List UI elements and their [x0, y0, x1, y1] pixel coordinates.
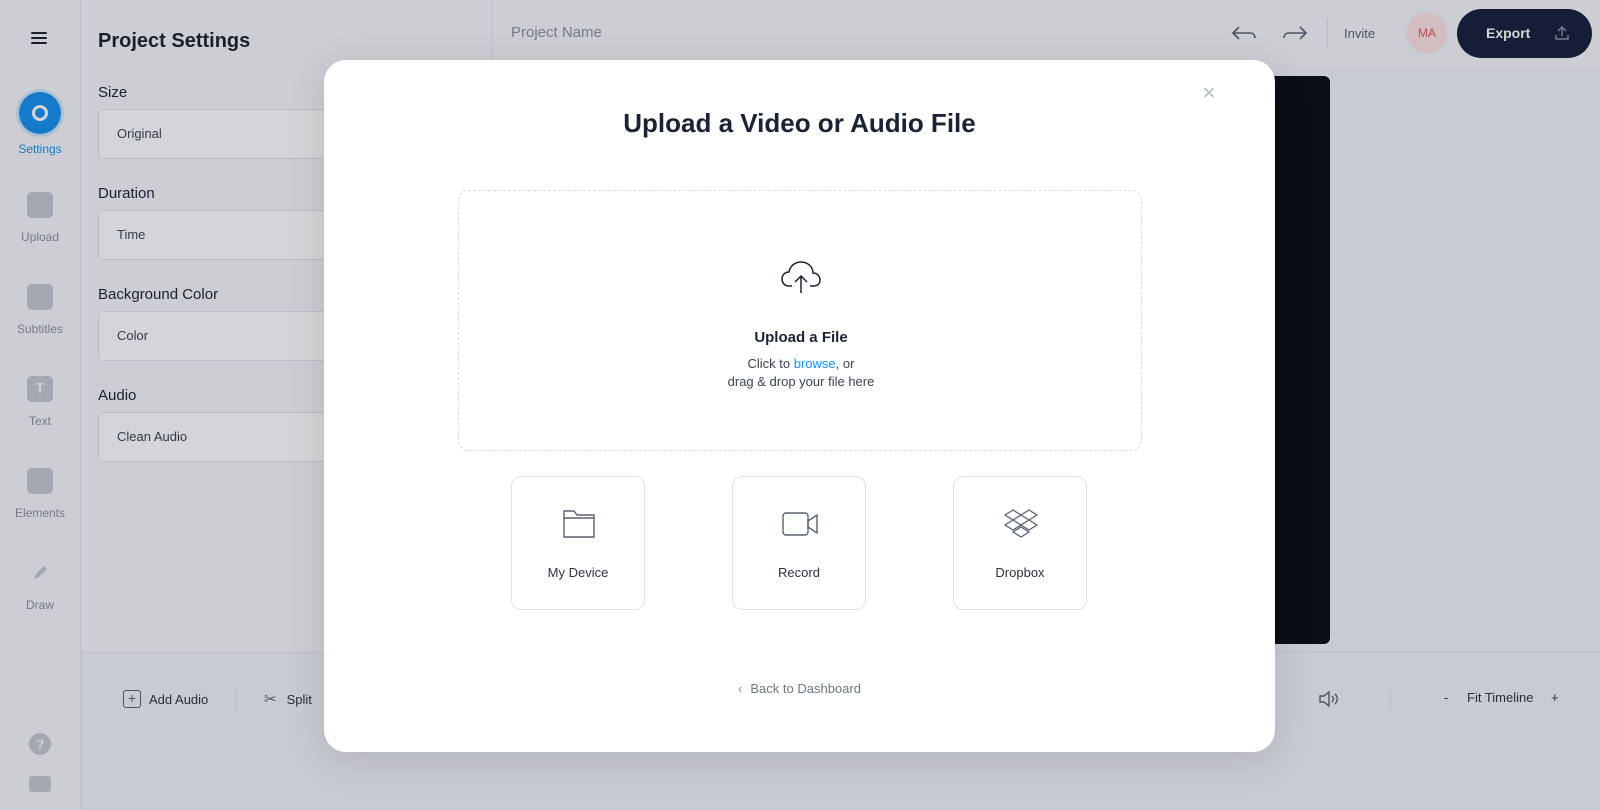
back-label: Back to Dashboard [750, 681, 861, 696]
folder-icon [563, 510, 595, 538]
dropbox-icon [1003, 509, 1039, 538]
dropzone-instructions: Click to browse, or [459, 356, 1143, 371]
back-to-dashboard-link[interactable]: ‹ Back to Dashboard [324, 681, 1275, 696]
browse-link[interactable]: browse [794, 356, 836, 371]
cloud-upload-icon [781, 261, 821, 293]
source-label: My Device [547, 565, 609, 580]
source-my-device[interactable]: My Device [511, 476, 645, 610]
video-camera-icon [782, 512, 818, 536]
source-dropbox[interactable]: Dropbox [953, 476, 1087, 610]
file-dropzone[interactable]: Upload a File Click to browse, or drag &… [458, 190, 1142, 451]
modal-title: Upload a Video or Audio File [623, 108, 976, 138]
dropzone-drag-text: drag & drop your file here [727, 374, 875, 389]
chevron-left-icon: ‹ [738, 681, 743, 696]
app-root: Settings Upload Subtitles T Text Element… [0, 0, 1600, 810]
source-label: Record [778, 565, 820, 580]
upload-modal: × Upload a Video or Audio File Upload a … [324, 60, 1275, 752]
source-record[interactable]: Record [732, 476, 866, 610]
source-label: Dropbox [995, 565, 1045, 580]
close-icon[interactable]: × [1198, 82, 1220, 104]
dropzone-click-prefix: Click to [747, 356, 794, 371]
dropzone-title: Upload a File [754, 329, 848, 346]
dropzone-click-suffix: , or [835, 356, 855, 371]
